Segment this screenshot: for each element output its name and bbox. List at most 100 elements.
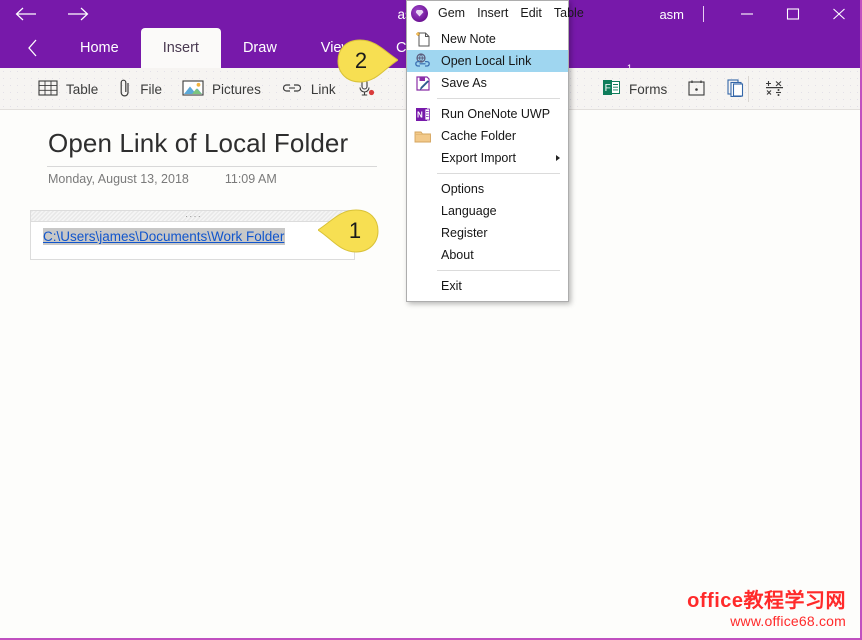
menu-label-export-import: Export Import [441, 151, 517, 165]
insert-table-button[interactable]: Table [28, 68, 108, 110]
gem-menu-bar: Gem Insert Edit Table [407, 1, 584, 25]
submenu-arrow-icon [556, 155, 560, 161]
svg-text:N: N [417, 110, 423, 119]
open-local-link-icon [411, 51, 435, 71]
onenote-window: asm's Note asm [0, 0, 862, 640]
menu-item-run-onenote-uwp[interactable]: N Run OneNote UWP [407, 103, 568, 125]
title-bar-divider [703, 6, 704, 22]
gem-menu-gem[interactable]: Gem [432, 6, 471, 20]
insert-pictures-button[interactable]: Pictures [172, 68, 271, 110]
page-title[interactable]: Open Link of Local Folder [48, 128, 348, 159]
insert-file-button[interactable]: File [108, 68, 172, 110]
menu-item-cache-folder[interactable]: Cache Folder [407, 125, 568, 147]
menu-divider-3 [437, 270, 560, 271]
menu-item-exit[interactable]: Exit [407, 275, 568, 297]
cache-folder-icon [411, 126, 435, 146]
menu-item-language[interactable]: Language [407, 200, 568, 222]
insert-forms-button[interactable]: F Forms [592, 68, 677, 110]
note-handle-dots: ···· [185, 211, 202, 221]
title-bar-navigation [0, 0, 104, 28]
pictures-icon [182, 79, 204, 100]
about-icon [411, 245, 435, 265]
save-as-icon [411, 73, 435, 93]
insert-link-button[interactable]: Link [271, 68, 346, 110]
menu-item-open-local-link[interactable]: Open Local Link [407, 50, 568, 72]
menu-label-open-local-link: Open Local Link [441, 54, 532, 68]
callout-marker-2: 2 [336, 38, 399, 84]
window-controls [724, 0, 860, 28]
language-icon [411, 201, 435, 221]
table-icon [38, 79, 58, 100]
page-date[interactable]: Monday, August 13, 2018 [48, 172, 189, 186]
gem-menu-items: New Note Open Local Link Save As N Run O… [407, 25, 568, 301]
exit-icon [411, 276, 435, 296]
callout-number-1: 1 [348, 218, 362, 243]
maximize-icon[interactable] [770, 0, 816, 28]
menu-item-about[interactable]: About [407, 244, 568, 266]
menu-label-about: About [441, 248, 474, 262]
menu-item-options[interactable]: Options [407, 178, 568, 200]
menu-label-cache-folder: Cache Folder [441, 129, 517, 143]
tab-insert[interactable]: Insert [140, 28, 221, 68]
note-link-wrapper: C:\Users\james\Documents\Work Folder [43, 228, 286, 246]
menu-label-options: Options [441, 182, 485, 196]
gem-menu-edit[interactable]: Edit [514, 6, 548, 20]
menu-label-register: Register [441, 226, 488, 240]
minimize-icon[interactable] [724, 0, 770, 28]
local-folder-link[interactable]: C:\Users\james\Documents\Work Folder [43, 228, 286, 245]
menu-item-register[interactable]: Register [407, 222, 568, 244]
equation-icon [765, 78, 785, 100]
menu-label-exit: Exit [441, 279, 462, 293]
insert-link-label: Link [310, 81, 336, 97]
insert-pictures-label: Pictures [212, 81, 261, 97]
note-block-handle[interactable]: ···· [31, 211, 356, 222]
close-icon[interactable] [816, 0, 860, 28]
menu-divider-1 [437, 98, 560, 99]
file-attach-icon [118, 78, 132, 101]
page-template-icon [726, 78, 745, 100]
insert-commands-right: F Forms [592, 68, 795, 110]
export-import-icon [411, 148, 435, 168]
forward-arrow-icon[interactable] [52, 0, 104, 28]
insert-commands-left: Table File Pictures Link [28, 68, 386, 110]
gem-menu-insert[interactable]: Insert [471, 6, 514, 20]
menu-divider-2 [437, 173, 560, 174]
ribbon-separator-2 [748, 76, 749, 102]
tab-home[interactable]: Home [58, 28, 141, 68]
forms-icon: F [602, 78, 621, 100]
menu-label-language: Language [441, 204, 497, 218]
account-name[interactable]: asm [659, 0, 684, 28]
callout-number-2: 2 [354, 48, 368, 73]
menu-label-save-as: Save As [441, 76, 487, 90]
meeting-details-icon [687, 78, 706, 100]
ribbon-collapse-icon[interactable] [12, 28, 54, 68]
insert-table-label: Table [66, 81, 99, 97]
page-time[interactable]: 11:09 AM [225, 172, 277, 186]
menu-label-new-note: New Note [441, 32, 496, 46]
menu-item-export-import[interactable]: Export Import [407, 147, 568, 169]
note-content-block[interactable]: ···· C:\Users\james\Documents\Work Folde… [30, 210, 356, 260]
tab-draw[interactable]: Draw [221, 28, 299, 68]
watermark-line-1: office教程学习网 [687, 590, 846, 613]
gem-menu-table[interactable]: Table [548, 6, 590, 20]
callout-marker-1: 1 [317, 208, 380, 254]
insert-forms-label: Forms [629, 81, 668, 97]
title-underline [47, 166, 377, 167]
insert-equation-button[interactable] [755, 68, 795, 110]
options-icon [411, 179, 435, 199]
gem-logo-icon[interactable] [411, 4, 428, 22]
watermark: office教程学习网 www.office68.com [687, 590, 846, 630]
meeting-details-button[interactable] [677, 68, 716, 110]
watermark-line-2: www.office68.com [730, 613, 846, 630]
new-note-icon [411, 29, 435, 49]
link-icon [281, 81, 303, 98]
svg-text:F: F [605, 83, 611, 94]
back-arrow-icon[interactable] [0, 0, 52, 28]
page-template-button[interactable] [716, 68, 755, 110]
gem-menu-popup: Gem Insert Edit Table New Note Open Loca… [406, 0, 584, 302]
menu-item-save-as[interactable]: Save As [407, 72, 568, 94]
menu-item-new-note[interactable]: New Note [407, 28, 568, 50]
menu-label-run-onenote-uwp: Run OneNote UWP [441, 107, 551, 121]
page-metadata: Monday, August 13, 2018 11:09 AM [48, 172, 277, 186]
insert-file-label: File [140, 81, 163, 97]
